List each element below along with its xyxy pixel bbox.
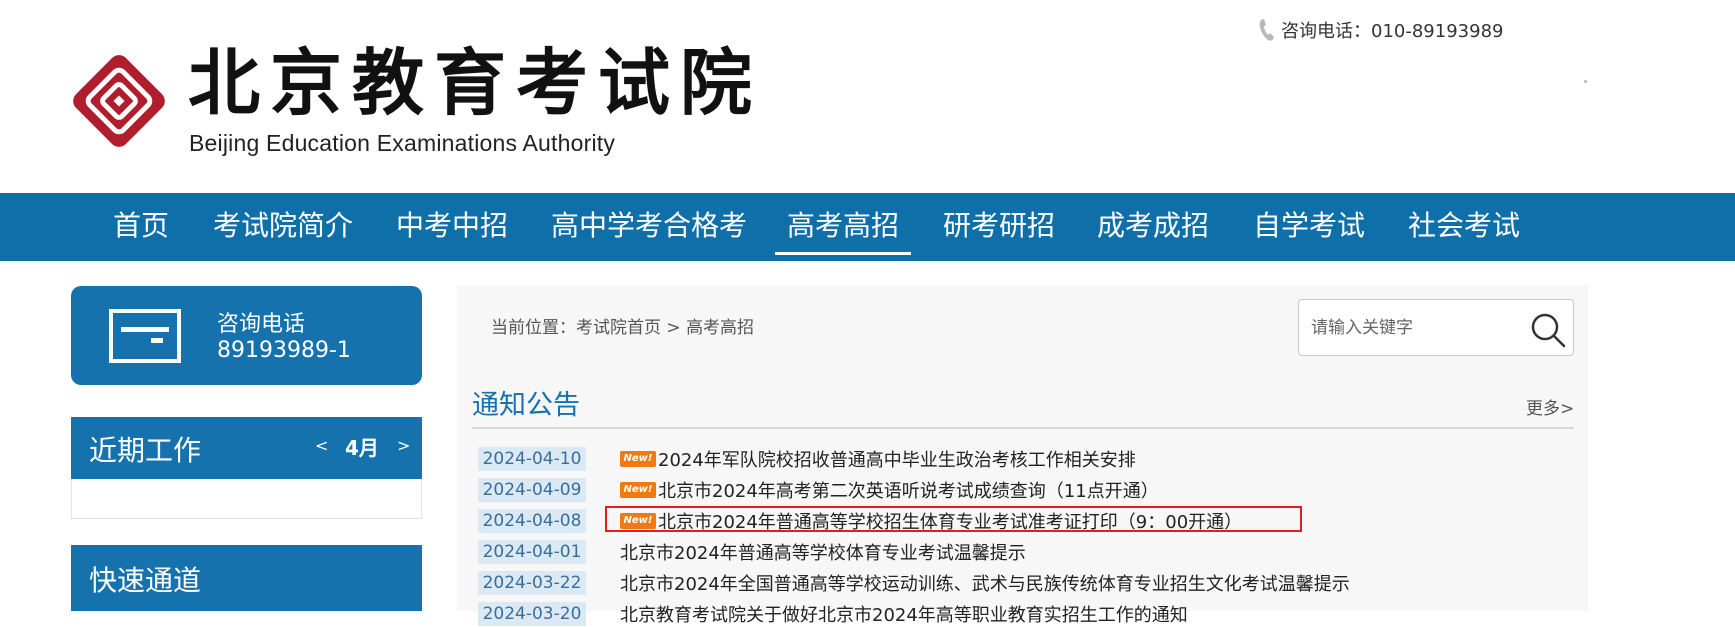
search-box xyxy=(1298,299,1574,356)
hotline-number: 89193989-1 xyxy=(217,338,351,363)
main-nav: 首页 考试院简介 中考中招 高中学考合格考 高考高招 研考研招 成考成招 自学考… xyxy=(0,193,1735,261)
search-input[interactable] xyxy=(1309,312,1509,344)
new-badge: New! xyxy=(620,482,656,498)
highlight-box xyxy=(605,506,1302,532)
notice-item[interactable]: 2024-03-22 北京市2024年全国普通高等学校运动训练、武术与民族传统体… xyxy=(478,570,1350,596)
breadcrumb-current[interactable]: 高考高招 xyxy=(686,318,754,338)
nav-item-xuekao[interactable]: 高中学考合格考 xyxy=(551,193,747,261)
recent-work-title: 近期工作 xyxy=(89,434,202,467)
notice-title[interactable]: 2024年军队院校招收普通高中毕业生政治考核工作相关安排 xyxy=(658,446,1136,472)
logo-english-name: Beijing Education Examinations Authority xyxy=(189,130,616,156)
nav-item-zhongkao[interactable]: 中考中招 xyxy=(396,193,508,261)
header-phone: 咨询电话：010-89193989 xyxy=(1258,16,1503,44)
notice-title[interactable]: 北京市2024年普通高等学校体育专业考试温馨提示 xyxy=(620,539,1026,565)
decorative-dot xyxy=(1584,80,1587,83)
recent-work-header: 近期工作 < 4月 > xyxy=(71,417,422,479)
notice-item[interactable]: 2024-04-09 New! 北京市2024年高考第二次英语听说考试成绩查询（… xyxy=(478,477,1159,503)
notice-date: 2024-04-08 xyxy=(478,509,586,533)
breadcrumb-prefix: 当前位置： xyxy=(491,318,576,338)
notice-date: 2024-04-09 xyxy=(478,478,586,502)
notice-title[interactable]: 北京教育考试院关于做好北京市2024年高等职业教育实招生工作的通知 xyxy=(620,601,1188,627)
notice-title[interactable]: 北京市2024年高考第二次英语听说考试成绩查询（11点开通） xyxy=(658,477,1159,503)
hotline-card[interactable]: 咨询电话 89193989-1 xyxy=(71,286,422,385)
nav-item-yankao[interactable]: 研考研招 xyxy=(943,193,1055,261)
quick-access-header: 快速通道 xyxy=(71,545,422,611)
card-icon xyxy=(109,309,181,363)
notice-date: 2024-03-20 xyxy=(478,602,586,626)
logo-emblem xyxy=(73,55,165,147)
breadcrumb-home-link[interactable]: 考试院首页 xyxy=(576,318,661,338)
new-badge: New! xyxy=(620,451,656,467)
recent-work-body xyxy=(71,479,422,519)
month-label: 4月 xyxy=(345,436,379,460)
notice-item[interactable]: 2024-04-01 北京市2024年普通高等学校体育专业考试温馨提示 xyxy=(478,539,1026,565)
breadcrumb-separator: > xyxy=(661,318,687,338)
nav-item-about[interactable]: 考试院简介 xyxy=(213,193,353,261)
notice-divider xyxy=(472,427,1574,429)
nav-item-shehui[interactable]: 社会考试 xyxy=(1408,193,1520,261)
quick-access-title: 快速通道 xyxy=(89,564,202,597)
phone-text: 咨询电话：010-89193989 xyxy=(1281,21,1504,42)
month-prev-button[interactable]: < xyxy=(315,436,328,455)
search-icon[interactable] xyxy=(1529,312,1567,348)
month-next-button[interactable]: > xyxy=(397,436,410,455)
notice-date: 2024-04-01 xyxy=(478,540,586,564)
phone-icon xyxy=(1259,19,1274,41)
logo-chinese-name: 北京教育考试院 xyxy=(188,40,763,125)
notice-title[interactable]: 北京市2024年全国普通高等学校运动训练、武术与民族传统体育专业招生文化考试温馨… xyxy=(620,570,1350,596)
breadcrumb: 当前位置：考试院首页 > 高考高招 xyxy=(491,313,754,338)
notice-item[interactable]: 2024-04-10 New! 2024年军队院校招收普通高中毕业生政治考核工作… xyxy=(478,446,1136,472)
nav-item-gaokao[interactable]: 高考高招 xyxy=(774,193,912,261)
hotline-label: 咨询电话 xyxy=(217,312,306,337)
notice-date: 2024-04-10 xyxy=(478,447,586,471)
notice-section-title: 通知公告 xyxy=(472,390,580,421)
nav-item-home[interactable]: 首页 xyxy=(113,193,169,261)
notice-item[interactable]: 2024-03-20 北京教育考试院关于做好北京市2024年高等职业教育实招生工… xyxy=(478,601,1188,627)
notice-date: 2024-03-22 xyxy=(478,571,586,595)
notice-more-link[interactable]: 更多> xyxy=(1526,394,1574,419)
nav-item-zixue[interactable]: 自学考试 xyxy=(1253,193,1365,261)
nav-item-chengkao[interactable]: 成考成招 xyxy=(1097,193,1209,261)
